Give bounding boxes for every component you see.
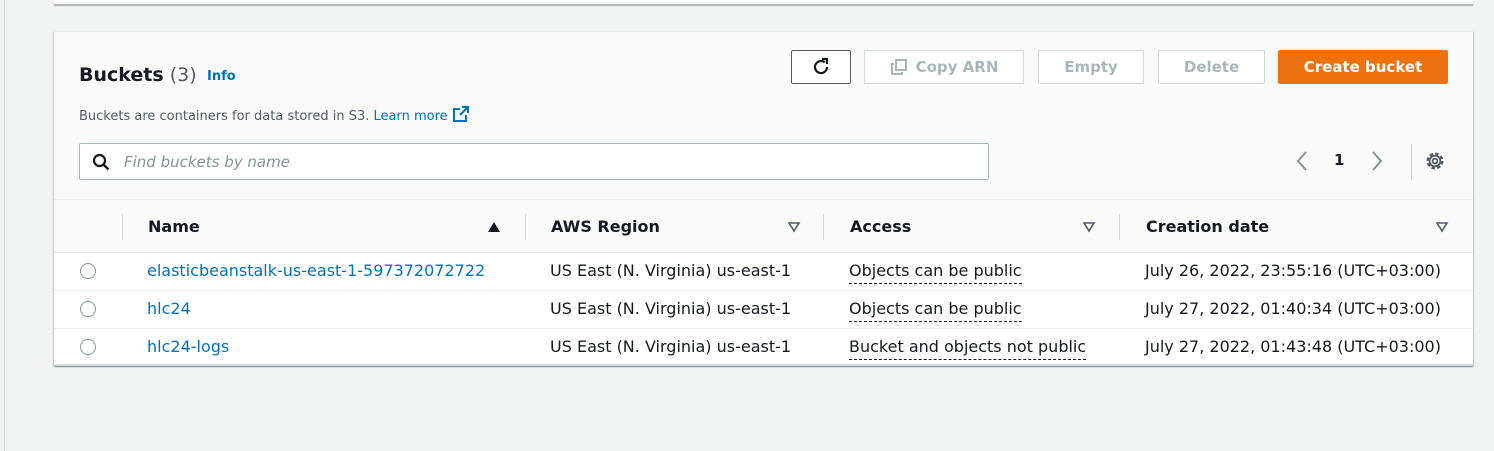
search-input[interactable] [122, 150, 976, 174]
panel-title-text: Buckets [79, 64, 164, 86]
copy-arn-label: Copy ARN [915, 58, 999, 76]
learn-more-label: Learn more [373, 109, 448, 124]
bucket-name-link[interactable]: hlc24-logs [147, 337, 229, 356]
column-header-region[interactable]: AWS Region [551, 217, 660, 236]
copy-arn-button[interactable]: Copy ARN [864, 50, 1024, 84]
bucket-region: US East (N. Virginia) us-east-1 [550, 299, 792, 318]
refresh-icon [813, 57, 829, 75]
chevron-right-icon[interactable] [1369, 150, 1385, 172]
empty-button[interactable]: Empty [1038, 50, 1144, 84]
bucket-name-link[interactable]: hlc24 [147, 299, 191, 318]
column-separator [1119, 214, 1120, 240]
row-select-radio[interactable] [80, 263, 96, 279]
bucket-creation-date: July 27, 2022, 01:43:48 (UTC+03:00) [1145, 337, 1441, 356]
column-separator [525, 214, 526, 240]
refresh-button[interactable] [791, 50, 851, 84]
bucket-name-link[interactable]: elasticbeanstalk-us-east-1-597372072722 [147, 261, 485, 280]
chevron-left-icon[interactable] [1294, 150, 1310, 172]
panel-description: Buckets are containers for data stored i… [79, 105, 470, 124]
description-text: Buckets are containers for data stored i… [79, 109, 370, 124]
bucket-creation-date: July 26, 2022, 23:55:16 (UTC+03:00) [1145, 261, 1441, 280]
search-icon [92, 153, 110, 171]
table-row: hlc24-logs US East (N. Virginia) us-east… [54, 329, 1473, 367]
page-left-border [4, 0, 5, 451]
bucket-access: Bucket and objects not public [849, 337, 1087, 360]
settings-gear-icon[interactable] [1424, 150, 1446, 172]
sort-descending-icon[interactable] [1082, 221, 1096, 233]
table-header: Name AWS Region Access Creation date [54, 199, 1473, 253]
bucket-region: US East (N. Virginia) us-east-1 [550, 337, 792, 356]
buckets-panel: Buckets (3) Info Buckets are containers f… [54, 31, 1473, 366]
table-row: elasticbeanstalk-us-east-1-597372072722 … [54, 253, 1473, 291]
bucket-region: US East (N. Virginia) us-east-1 [550, 261, 792, 280]
search-box [79, 143, 989, 180]
bucket-access: Objects can be public [849, 261, 1022, 284]
column-separator [823, 214, 824, 240]
copy-icon [890, 59, 907, 75]
sort-ascending-icon[interactable] [487, 221, 501, 233]
column-header-name[interactable]: Name [148, 217, 200, 236]
row-select-radio[interactable] [80, 301, 96, 317]
previous-panel-edge [54, 0, 1473, 5]
bucket-creation-date: July 27, 2022, 01:40:34 (UTC+03:00) [1145, 299, 1441, 318]
buckets-panel-header: Buckets (3) Info Buckets are containers f… [54, 32, 1473, 199]
sort-descending-icon[interactable] [787, 221, 801, 233]
panel-title: Buckets (3) [79, 64, 197, 86]
sort-descending-icon[interactable] [1435, 221, 1449, 233]
create-bucket-button[interactable]: Create bucket [1278, 50, 1448, 84]
bucket-count: (3) [169, 64, 197, 86]
page-number[interactable]: 1 [1334, 151, 1344, 169]
panel-bottom-border [54, 364, 1473, 366]
info-link[interactable]: Info [207, 69, 236, 84]
column-header-creation-date[interactable]: Creation date [1146, 217, 1269, 236]
column-header-access[interactable]: Access [850, 217, 911, 236]
learn-more-link[interactable]: Learn more [373, 106, 470, 124]
table-row: hlc24 US East (N. Virginia) us-east-1 Ob… [54, 291, 1473, 329]
row-select-radio[interactable] [80, 339, 96, 355]
external-link-icon [452, 106, 469, 122]
column-separator [122, 214, 123, 240]
bucket-access: Objects can be public [849, 299, 1022, 322]
pager-divider [1411, 144, 1412, 180]
delete-button[interactable]: Delete [1158, 50, 1265, 84]
